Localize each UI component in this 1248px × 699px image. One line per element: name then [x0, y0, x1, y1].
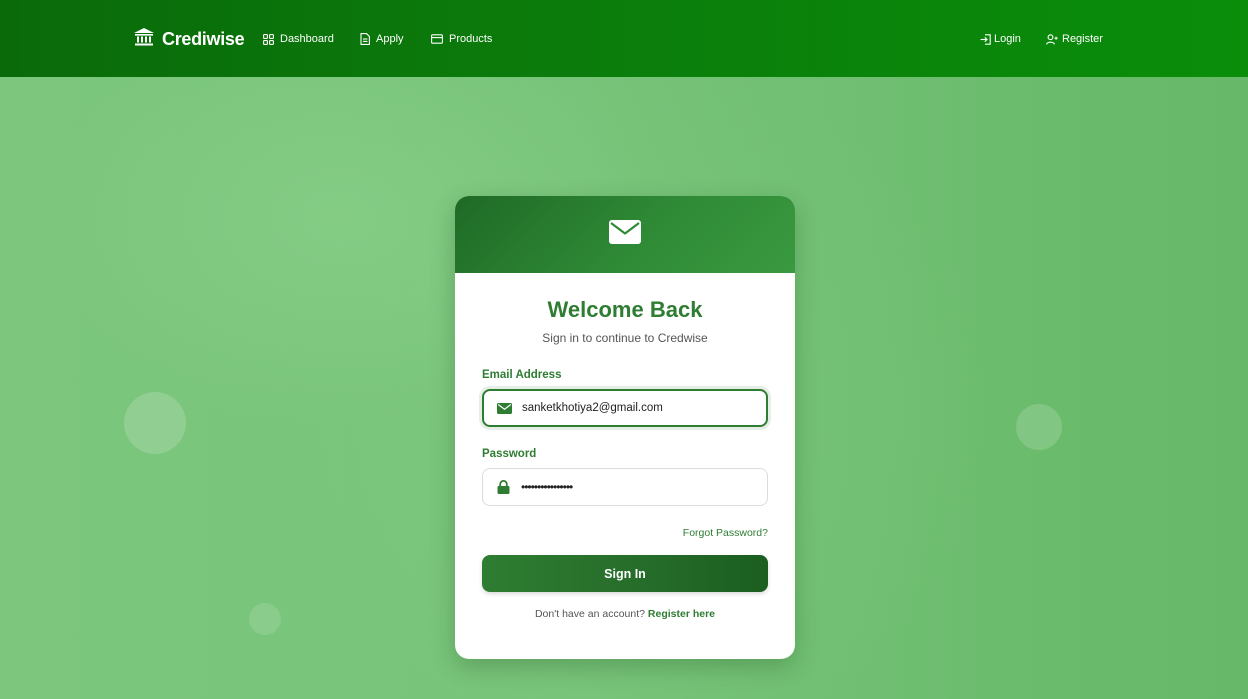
- register-link[interactable]: Register here: [648, 608, 715, 620]
- lock-icon: [485, 480, 521, 494]
- nav-link-label: Dashboard: [280, 33, 334, 45]
- nav-link-apply[interactable]: Apply: [360, 31, 404, 47]
- forgot-password-link[interactable]: Forgot Password?: [683, 527, 768, 539]
- document-icon: [360, 33, 370, 45]
- page-title: Welcome Back: [547, 297, 703, 322]
- login-icon: [980, 33, 991, 45]
- email-input[interactable]: [522, 393, 762, 423]
- nav-link-login[interactable]: Login: [980, 31, 1021, 47]
- user-plus-icon: [1046, 33, 1058, 45]
- nav-link-label: Products: [449, 33, 493, 45]
- register-prompt-text: Don't have an account?: [534, 608, 645, 620]
- decorative-bubble: [1016, 404, 1062, 450]
- envelope-icon: [486, 402, 522, 414]
- credit-card-icon: [431, 34, 443, 44]
- top-navbar: Crediwise Dashboard Apply Products Login…: [0, 0, 1248, 77]
- nav-link-label: Login: [994, 33, 1021, 45]
- nav-link-dashboard[interactable]: Dashboard: [263, 31, 334, 47]
- password-input[interactable]: [521, 472, 761, 502]
- nav-link-label: Register: [1062, 33, 1103, 45]
- nav-link-register[interactable]: Register: [1046, 31, 1103, 47]
- decorative-bubble: [124, 392, 186, 454]
- password-field: [482, 468, 768, 506]
- brand-logo[interactable]: Crediwise: [134, 27, 245, 51]
- envelope-icon: [609, 220, 641, 249]
- email-label: Email Address: [482, 369, 562, 381]
- brand-name: Crediwise: [162, 28, 245, 49]
- nav-link-products[interactable]: Products: [431, 31, 492, 47]
- card-header: [455, 196, 795, 273]
- register-prompt: Don't have an account? Register here: [455, 608, 795, 620]
- email-field: [482, 389, 768, 427]
- nav-link-label: Apply: [376, 33, 404, 45]
- login-card: Welcome Back Sign in to continue to Cred…: [455, 196, 795, 659]
- grid-icon: [263, 33, 274, 45]
- page-subtitle: Sign in to continue to Credwise: [542, 331, 708, 345]
- decorative-bubble: [249, 603, 281, 635]
- sign-in-button[interactable]: Sign In: [482, 555, 768, 592]
- password-label: Password: [482, 448, 537, 460]
- bank-icon: [134, 27, 154, 51]
